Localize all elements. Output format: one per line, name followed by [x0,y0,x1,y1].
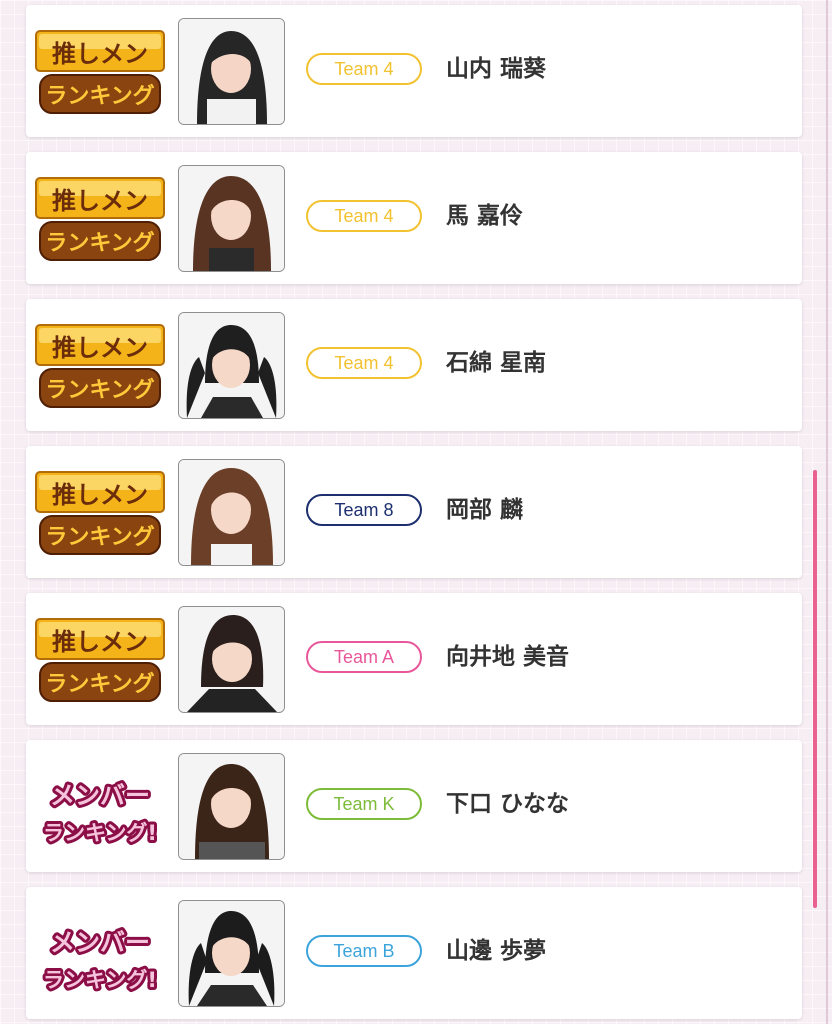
member-photo[interactable] [178,459,285,566]
member-photo[interactable] [178,606,285,713]
frame-edge [826,0,828,1024]
badge-line1: 推しメン [52,481,148,509]
member-photo[interactable] [178,18,285,125]
member-photo[interactable] [178,312,285,419]
member-name[interactable]: 向井地 美音 [446,641,569,673]
badge-line1: 推しメン [52,334,148,362]
member-photo[interactable] [178,900,285,1007]
team-badge: Team 8 [306,494,422,526]
member-card[interactable]: メンバー ランキング! Team K 下口 ひなな [26,740,802,872]
badge-line2: ランキング! [43,968,157,992]
oshimen-ranking-badge: 推しメン ランキング [34,27,166,117]
team-badge: Team K [306,788,422,820]
member-name[interactable]: 馬 嘉伶 [446,200,523,232]
badge-line2: ランキング! [43,821,157,845]
team-badge: Team 4 [306,53,422,85]
badge-line1: 推しメン [52,628,148,656]
badge-line2: ランキング [45,524,154,550]
member-photo[interactable] [178,165,285,272]
member-name[interactable]: 下口 ひなな [446,788,569,820]
scrollbar[interactable] [813,470,817,908]
team-badge: Team 4 [306,347,422,379]
badge-line1: メンバー [50,928,150,957]
member-card[interactable]: メンバー ランキング! Team B 山邊 歩夢 [26,887,802,1019]
oshimen-ranking-badge: 推しメン ランキング [34,174,166,264]
badge-line1: 推しメン [52,187,148,215]
oshimen-ranking-badge: 推しメン ランキング [34,321,166,411]
member-card[interactable]: 推しメン ランキング Team 8 岡部 麟 [26,446,802,578]
member-photo[interactable] [178,753,285,860]
member-card[interactable]: 推しメン ランキング Team 4 馬 嘉伶 [26,152,802,284]
member-list: 推しメン ランキング Team 4 山内 瑞葵 推しメン ランキング Team … [0,0,832,1024]
badge-line2: ランキング [45,377,154,403]
badge-line1: 推しメン [52,40,148,68]
member-name[interactable]: 山内 瑞葵 [446,53,546,85]
team-badge: Team B [306,935,422,967]
badge-line2: ランキング [45,230,154,256]
team-badge: Team 4 [306,200,422,232]
member-name[interactable]: 岡部 麟 [446,494,523,526]
member-ranking-badge: メンバー ランキング! [34,909,166,999]
member-ranking-badge: メンバー ランキング! [34,762,166,852]
badge-line1: メンバー [50,781,150,810]
member-card[interactable]: 推しメン ランキング Team 4 山内 瑞葵 [26,5,802,137]
member-card[interactable]: 推しメン ランキング Team A 向井地 美音 [26,593,802,725]
member-card[interactable]: 推しメン ランキング Team 4 石綿 星南 [26,299,802,431]
badge-line2: ランキング [45,671,154,697]
badge-line2: ランキング [45,83,154,109]
team-badge: Team A [306,641,422,673]
member-name[interactable]: 山邊 歩夢 [446,935,546,967]
oshimen-ranking-badge: 推しメン ランキング [34,615,166,705]
oshimen-ranking-badge: 推しメン ランキング [34,468,166,558]
member-name[interactable]: 石綿 星南 [446,347,546,379]
